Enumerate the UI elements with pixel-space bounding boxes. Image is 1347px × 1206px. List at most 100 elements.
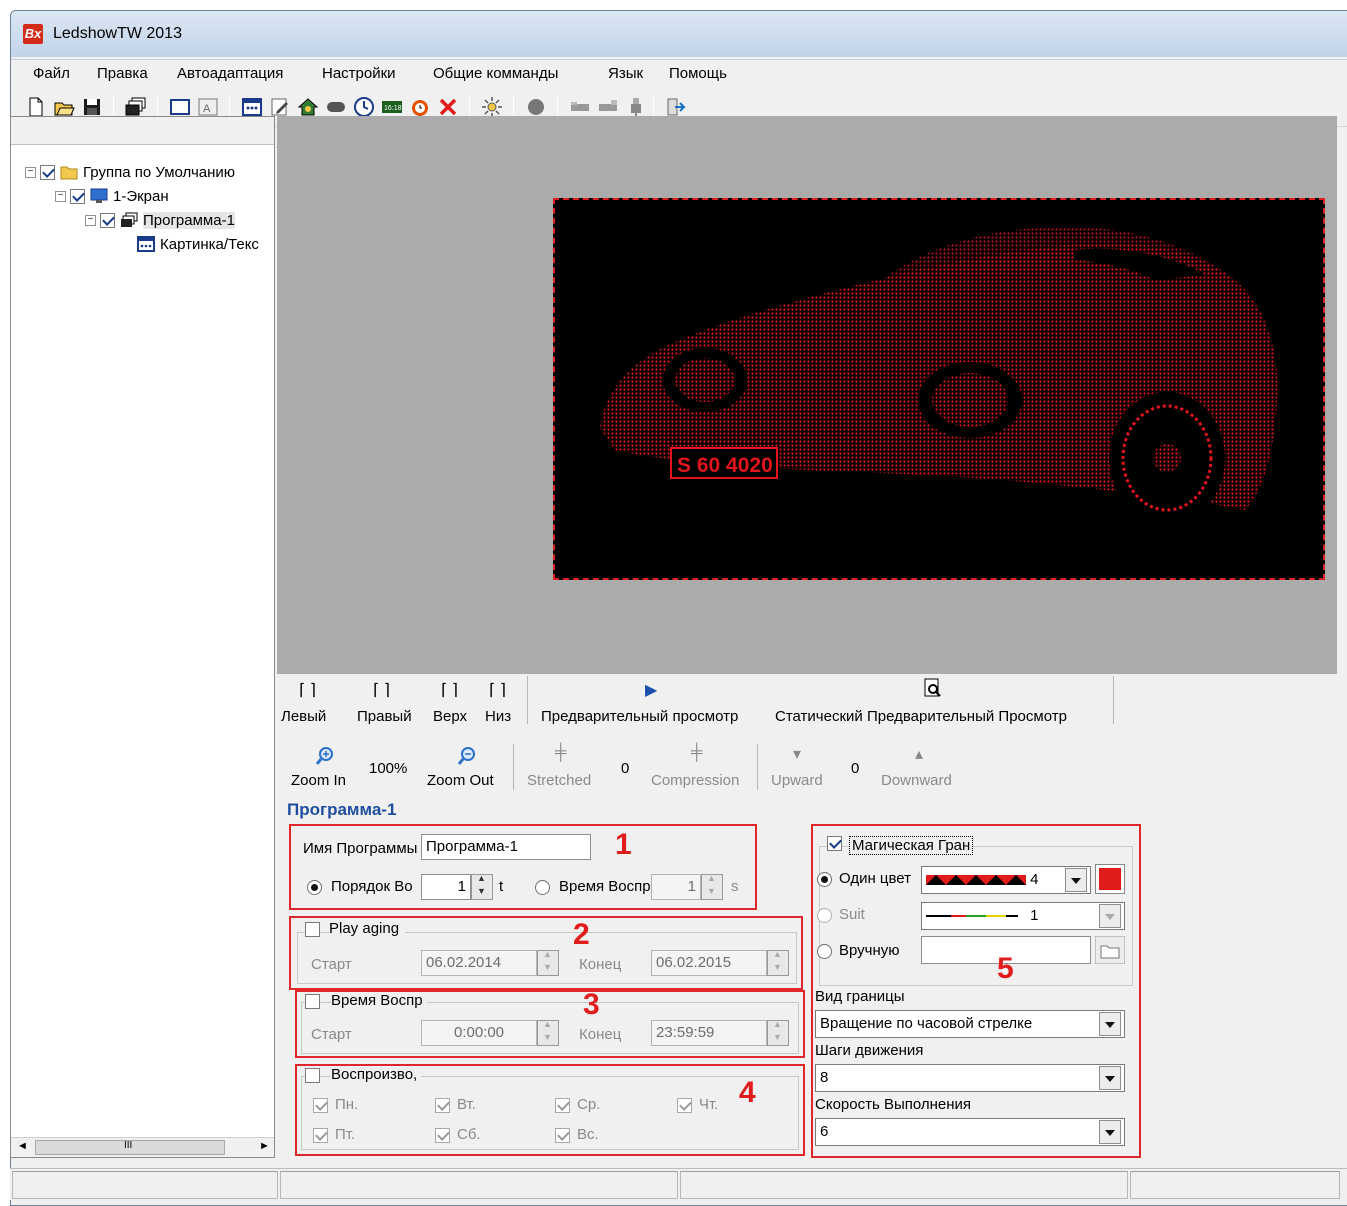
menu-edit[interactable]: Правка (97, 65, 148, 82)
suit-dropdown-icon[interactable] (1099, 904, 1121, 928)
border-pattern-icon (926, 875, 1026, 886)
order-radio[interactable] (307, 880, 322, 895)
edit-note-icon[interactable] (269, 96, 291, 118)
browse-folder-icon[interactable] (1095, 936, 1125, 964)
zoom-out-button[interactable]: Zoom Out (427, 772, 494, 789)
window-area-icon[interactable] (169, 96, 191, 118)
playback-days-checkbox[interactable] (305, 1068, 320, 1083)
tree-node-program[interactable]: − Программа-1 (85, 209, 235, 231)
folder-icon (60, 166, 78, 180)
day-checkbox-sun[interactable] (555, 1128, 570, 1143)
time-end-spinner[interactable] (767, 1019, 789, 1046)
menu-common-commands[interactable]: Общие комманды (433, 65, 558, 82)
day-checkbox-tue[interactable] (435, 1098, 450, 1113)
time-radio[interactable] (535, 880, 550, 895)
tree-node-group[interactable]: − Группа по Умолчанию (25, 161, 235, 183)
steps-select[interactable]: 8 (815, 1064, 1125, 1092)
suit-radio[interactable] (817, 908, 832, 923)
scroll-left-icon[interactable]: ◄ (17, 1140, 28, 1152)
speed-select[interactable]: 6 (815, 1118, 1125, 1146)
svg-text:A: A (203, 103, 211, 115)
led-preview-area[interactable]: S 60 4020 (553, 198, 1325, 580)
steps-dropdown-icon[interactable] (1099, 1066, 1121, 1090)
suit-select[interactable]: 1 (921, 902, 1125, 930)
single-color-dropdown-icon[interactable] (1065, 868, 1087, 892)
playback-days-label: Воспроизво, (331, 1066, 422, 1083)
text-area-icon[interactable]: A (197, 96, 219, 118)
day-checkbox-fri[interactable] (313, 1128, 328, 1143)
delete-icon[interactable] (437, 96, 459, 118)
send-all-icon[interactable] (597, 96, 619, 118)
day-checkbox-wed[interactable] (555, 1098, 570, 1113)
send-icon[interactable] (569, 96, 591, 118)
upward-button[interactable]: Upward (771, 772, 823, 789)
menu-help[interactable]: Помощь (669, 65, 727, 82)
downward-button[interactable]: Downward (881, 772, 952, 789)
open-folder-icon[interactable] (53, 96, 75, 118)
status-cell-3 (680, 1171, 1128, 1199)
picture-text-icon[interactable] (241, 96, 263, 118)
alarm-clock-icon[interactable] (409, 96, 431, 118)
exit-icon[interactable] (665, 96, 687, 118)
play-aging-checkbox[interactable] (305, 922, 320, 937)
collapse-icon[interactable]: − (85, 214, 96, 226)
menu-language[interactable]: Язык (608, 65, 643, 82)
time-unit: s (731, 878, 739, 895)
timer-display-icon[interactable]: 16:18 (381, 96, 403, 118)
screen-checkbox[interactable] (70, 188, 85, 204)
speed-dropdown-icon[interactable] (1099, 1120, 1121, 1144)
new-file-icon[interactable] (25, 96, 47, 118)
time-spinner[interactable] (701, 873, 723, 900)
program-checkbox[interactable] (100, 212, 115, 228)
zoom-in-button[interactable]: Zoom In (291, 772, 346, 789)
program-icon[interactable] (125, 96, 147, 118)
clock-icon[interactable] (353, 96, 375, 118)
tree-horizontal-scrollbar[interactable]: ◄ III ► (11, 1137, 274, 1157)
single-color-radio[interactable] (817, 872, 832, 887)
aging-start-spinner[interactable] (537, 949, 559, 976)
aging-start-input[interactable]: 06.02.2014 (421, 950, 537, 976)
order-input[interactable]: 1 (421, 874, 471, 900)
animation-icon[interactable] (297, 96, 319, 118)
day-label-fri: Пт. (335, 1126, 356, 1143)
collapse-icon[interactable]: − (55, 190, 66, 202)
day-checkbox-sat[interactable] (435, 1128, 450, 1143)
tree-node-picture-text[interactable]: Картинка/Текс (137, 233, 259, 255)
usb-icon[interactable] (625, 96, 647, 118)
save-icon[interactable] (81, 96, 103, 118)
tree-node-screen[interactable]: − 1-Экран (55, 185, 169, 207)
group-checkbox[interactable] (40, 164, 55, 180)
menu-settings[interactable]: Настройки (322, 65, 396, 82)
stretched-button[interactable]: Stretched (527, 772, 591, 789)
border-type-select[interactable]: Вращение по часовой стрелке (815, 1010, 1125, 1038)
scroll-thumb[interactable]: III (35, 1140, 225, 1155)
time-end-input[interactable]: 23:59:59 (651, 1020, 767, 1046)
zoom-out-icon[interactable] (457, 746, 477, 766)
color-swatch-button[interactable] (1095, 864, 1125, 894)
border-type-dropdown-icon[interactable] (1099, 1012, 1121, 1036)
move-value: 0 (851, 760, 860, 777)
compression-button[interactable]: Compression (651, 772, 739, 789)
aging-end-spinner[interactable] (767, 949, 789, 976)
scroll-right-icon[interactable]: ► (259, 1140, 270, 1152)
zoom-in-icon[interactable] (315, 746, 335, 766)
record-icon[interactable] (525, 96, 547, 118)
day-checkbox-thu[interactable] (677, 1098, 692, 1113)
order-spinner[interactable] (471, 873, 493, 900)
day-checkbox-mon[interactable] (313, 1098, 328, 1113)
magic-border-checkbox[interactable] (827, 836, 842, 851)
menu-autoadapt[interactable]: Автоадаптация (177, 65, 283, 82)
play-time-checkbox[interactable] (305, 994, 320, 1009)
time-start-spinner[interactable] (537, 1019, 559, 1046)
subtitle-icon[interactable] (325, 96, 347, 118)
aging-end-input[interactable]: 06.02.2015 (651, 950, 767, 976)
collapse-icon[interactable]: − (25, 166, 36, 178)
brightness-icon[interactable] (481, 96, 503, 118)
picture-text-icon (137, 236, 155, 252)
program-name-input[interactable]: Программа-1 (421, 834, 591, 860)
time-start-input[interactable]: 0:00:00 (421, 1020, 537, 1046)
menu-file[interactable]: Файл (33, 65, 70, 82)
align-top-icon: ⌈ ⌉ (441, 682, 458, 699)
manual-radio[interactable] (817, 944, 832, 959)
time-input[interactable]: 1 (651, 874, 701, 900)
